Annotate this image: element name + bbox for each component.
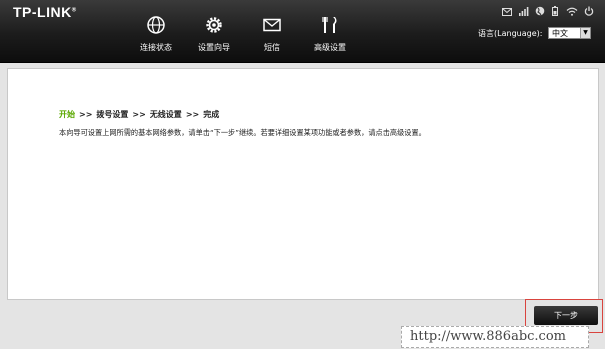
watermark-url: http://www.886abc.com (401, 326, 589, 348)
language-selected-value: 中文 (552, 29, 568, 38)
top-header: TP-LINK® 连接状态 设置向导 短信 高级设置 语言(Language):… (0, 0, 605, 63)
globe-status-icon (535, 1, 545, 20)
language-select[interactable]: 中文 ▼ (548, 27, 591, 39)
wizard-steps-breadcrumb: 开始 >> 拨号设置 >> 无线设置 >> 完成 (59, 109, 219, 120)
language-label: 语言(Language): (478, 28, 543, 38)
envelope-icon (263, 18, 281, 32)
nav-item-connection-status[interactable]: 连接状态 (126, 15, 186, 59)
signal-icon (519, 1, 529, 20)
mail-icon[interactable] (502, 1, 512, 20)
nav-label-advanced-settings: 高级设置 (314, 43, 346, 52)
wizard-step-dial-settings: 拨号设置 (96, 110, 129, 119)
step-separator: >> (185, 110, 200, 119)
brand-name: TP-LINK (13, 4, 72, 20)
wizard-step-start: 开始 (59, 110, 75, 119)
nav-label-setup-wizard: 设置向导 (198, 43, 230, 52)
chevron-down-icon: ▼ (580, 28, 590, 38)
globe-icon (147, 16, 165, 34)
gear-icon (206, 17, 222, 33)
power-icon[interactable] (584, 1, 594, 20)
nav-item-setup-wizard[interactable]: 设置向导 (184, 15, 244, 59)
nav-item-sms[interactable]: 短信 (242, 15, 302, 59)
battery-icon (552, 1, 558, 20)
language-selector-group: 语言(Language): 中文 ▼ (478, 27, 591, 39)
status-icon-bar (502, 1, 597, 16)
wizard-description: 本向导可设置上网所需的基本网络参数，请单击“下一步”继续。若要详细设置某项功能或… (59, 128, 426, 137)
wizard-step-finish: 完成 (203, 110, 220, 119)
tools-icon (322, 17, 337, 33)
wifi-icon (566, 1, 578, 20)
wizard-step-wireless-settings: 无线设置 (149, 110, 182, 119)
step-separator: >> (132, 110, 146, 119)
brand-mark: ® (71, 7, 77, 14)
wizard-panel: 开始 >> 拨号设置 >> 无线设置 >> 完成 本向导可设置上网所需的基本网络参数，请单击… (7, 68, 599, 300)
brand-logo: TP-LINK® (13, 4, 77, 20)
step-separator: >> (79, 110, 93, 119)
next-button[interactable]: 下一步 (534, 306, 598, 325)
nav-label-connection-status: 连接状态 (140, 43, 172, 52)
nav-item-advanced-settings[interactable]: 高级设置 (300, 15, 360, 59)
nav-label-sms: 短信 (264, 43, 280, 52)
